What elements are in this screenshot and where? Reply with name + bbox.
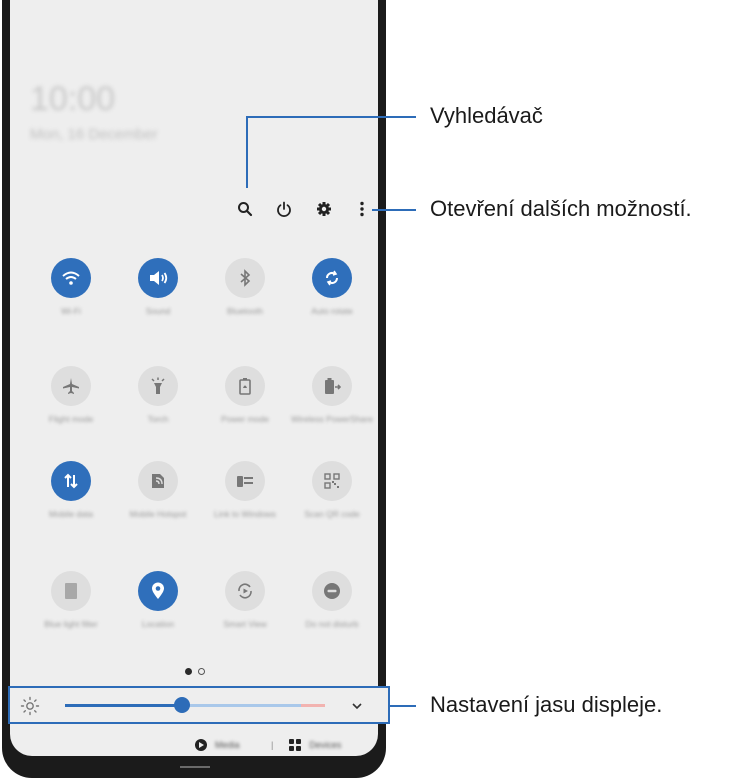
- tile-scan-qr[interactable]: Scan QR code: [289, 461, 375, 520]
- tile-mobile-data[interactable]: Mobile data: [28, 461, 114, 520]
- callout-line-search: [246, 116, 416, 118]
- gear-icon[interactable]: [315, 200, 333, 218]
- battery-icon: [225, 366, 265, 406]
- tile-label: Link to Windows: [214, 509, 276, 519]
- tile-auto-rotate[interactable]: Auto rotate: [289, 258, 375, 317]
- callout-line-more: [372, 209, 416, 211]
- tile-label: Sound: [145, 306, 171, 316]
- quick-panel: 10:00 Mon, 16 December Wi-Fi Sound Bluet…: [10, 0, 378, 756]
- tile-smart-view[interactable]: Smart View: [202, 571, 288, 630]
- wifi-icon: [51, 258, 91, 298]
- chevron-down-icon[interactable]: [348, 697, 366, 715]
- callout-more-options: Otevření dalších možností.: [430, 196, 692, 221]
- link-windows-icon: [225, 461, 265, 501]
- tile-label: Blue light filter: [44, 619, 98, 629]
- bluetooth-icon: [225, 258, 265, 298]
- tile-label: Mobile data: [49, 509, 93, 519]
- home-indicator: [180, 766, 210, 768]
- tile-sound[interactable]: Sound: [115, 258, 201, 317]
- smart-view-icon: [225, 571, 265, 611]
- tile-label: Scan QR code: [304, 509, 360, 519]
- brightness-track-high: [301, 704, 325, 707]
- qr-icon: [312, 461, 352, 501]
- dnd-icon: [312, 571, 352, 611]
- torch-icon: [138, 366, 178, 406]
- page-dot[interactable]: [198, 668, 205, 675]
- page-dot-active: [185, 668, 192, 675]
- tile-label: Power mode: [221, 414, 269, 424]
- media-button[interactable]: Media: [215, 740, 255, 750]
- tile-wifi[interactable]: Wi-Fi: [28, 258, 114, 317]
- hotspot-icon: [138, 461, 178, 501]
- bottom-bar: Media | Devices: [195, 738, 378, 752]
- tile-flight-mode[interactable]: Flight mode: [28, 366, 114, 425]
- tile-torch[interactable]: Torch: [115, 366, 201, 425]
- brightness-thumb[interactable]: [174, 697, 190, 713]
- callout-brightness: Nastavení jasu displeje.: [430, 692, 663, 717]
- mobile-data-icon: [51, 461, 91, 501]
- tile-label: Wi-Fi: [61, 306, 81, 316]
- tile-bluetooth[interactable]: Bluetooth: [202, 258, 288, 317]
- callout-search: Vyhledávač: [430, 103, 543, 128]
- powershare-icon: [312, 366, 352, 406]
- page-indicator: [185, 668, 205, 675]
- brightness-track-filled: [65, 704, 183, 707]
- tile-link-to-windows[interactable]: Link to Windows: [202, 461, 288, 520]
- blue-light-icon: [51, 571, 91, 611]
- tile-label: Bluetooth: [227, 306, 263, 316]
- location-icon: [138, 571, 178, 611]
- tile-power-mode[interactable]: Power mode: [202, 366, 288, 425]
- brightness-icon: [20, 696, 40, 716]
- tile-label: Auto rotate: [311, 306, 353, 316]
- lockscreen-time: 10:00: [30, 80, 116, 118]
- tile-label: Torch: [147, 414, 169, 424]
- search-icon[interactable]: [236, 200, 254, 218]
- tile-label: Wireless PowerShare: [291, 414, 373, 424]
- tile-mobile-hotspot[interactable]: Mobile Hotspot: [115, 461, 201, 520]
- tile-do-not-disturb[interactable]: Do not disturb: [289, 571, 375, 630]
- brightness-slider[interactable]: [8, 686, 390, 724]
- callout-line-brightness: [390, 705, 416, 707]
- tile-label: Location: [141, 619, 175, 629]
- auto-rotate-icon: [312, 258, 352, 298]
- airplane-icon: [51, 366, 91, 406]
- devices-icon[interactable]: [289, 739, 302, 751]
- divider: |: [271, 740, 274, 750]
- lockscreen-date: Mon, 16 December: [30, 126, 158, 143]
- callout-line-search: [246, 116, 248, 188]
- brightness-track: [183, 704, 301, 707]
- tile-label: Flight mode: [48, 414, 94, 424]
- tile-wireless-powershare[interactable]: Wireless PowerShare: [289, 366, 375, 425]
- play-icon[interactable]: [195, 739, 207, 751]
- tile-location[interactable]: Location: [115, 571, 201, 630]
- tile-label: Mobile Hotspot: [129, 509, 187, 519]
- volume-icon: [138, 258, 178, 298]
- devices-button[interactable]: Devices: [309, 740, 341, 750]
- tile-label: Do not disturb: [305, 619, 359, 629]
- more-options-icon[interactable]: [353, 200, 371, 218]
- power-icon[interactable]: [275, 200, 293, 218]
- tile-label: Smart View: [223, 619, 267, 629]
- tile-blue-light-filter[interactable]: Blue light filter: [28, 571, 114, 630]
